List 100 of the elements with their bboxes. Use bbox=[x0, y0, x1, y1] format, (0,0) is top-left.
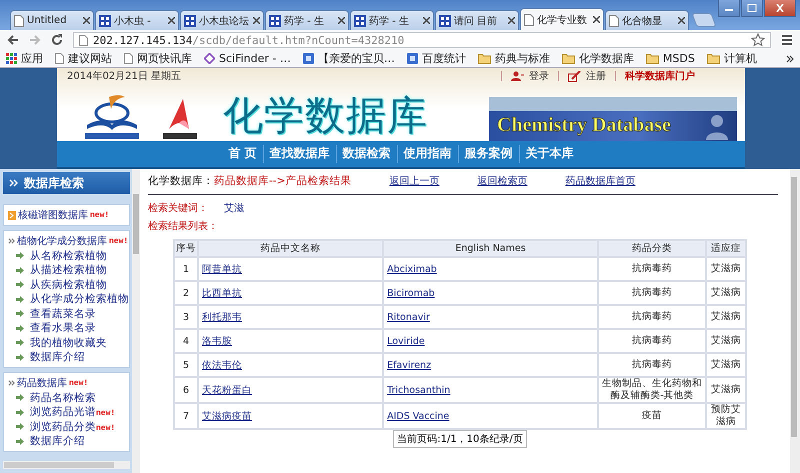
drug-link[interactable]: Ritonavir bbox=[387, 312, 430, 322]
bookmark[interactable]: MSDS bbox=[646, 52, 695, 65]
header-link[interactable]: 注册 bbox=[586, 69, 606, 84]
close-icon[interactable] bbox=[83, 17, 90, 24]
close-icon[interactable] bbox=[253, 17, 260, 24]
sidebar-link[interactable]: 数据库介绍 bbox=[30, 434, 85, 448]
bookmark[interactable]: 百度统计 bbox=[406, 51, 466, 66]
section-link[interactable]: 药品数据库 new! bbox=[8, 376, 88, 390]
book-icon bbox=[8, 210, 16, 220]
drug-link[interactable]: Trichosanthin bbox=[387, 384, 450, 396]
table-cell: 抗病毒药 bbox=[598, 257, 706, 281]
drug-link[interactable]: Loviride bbox=[387, 336, 425, 346]
close-icon[interactable] bbox=[508, 17, 515, 24]
sidebar-link[interactable]: 浏览药品光谱new! bbox=[30, 405, 116, 420]
chevrons-icon bbox=[8, 238, 15, 244]
header-link[interactable]: 科学数据库门户 bbox=[625, 69, 695, 84]
apps-icon bbox=[6, 53, 17, 64]
scrollbar[interactable] bbox=[132, 169, 140, 473]
sidebar-link[interactable]: 从化学成分检索植物 bbox=[30, 292, 129, 306]
sidebar-link[interactable]: 数据库介绍 bbox=[30, 350, 85, 364]
drug-link[interactable]: 比西单抗 bbox=[202, 288, 242, 298]
close-icon[interactable] bbox=[338, 17, 345, 24]
sidebar-link[interactable]: 药品名称检索 bbox=[30, 390, 96, 405]
drug-link[interactable]: 阿昔单抗 bbox=[202, 264, 242, 274]
browser-tab[interactable]: 请问 目前 bbox=[435, 10, 519, 30]
page-icon bbox=[14, 14, 24, 26]
drug-link[interactable]: 洛韦胺 bbox=[202, 336, 232, 346]
bookmark[interactable]: SciFinder - … bbox=[204, 52, 291, 65]
bookmark[interactable]: 计算机 bbox=[706, 51, 757, 66]
browser-tab[interactable]: 化学专业数 bbox=[520, 8, 604, 30]
folder-icon bbox=[706, 53, 720, 64]
sidebar-link[interactable]: 从描述检索植物 bbox=[30, 263, 107, 278]
minimize-icon[interactable] bbox=[718, 0, 740, 17]
folder-icon bbox=[478, 53, 491, 64]
address-field[interactable]: 202.127.145.134/scdb/default.htm?nCount=4328210 bbox=[73, 32, 771, 48]
sidebar-link[interactable]: 我的植物收藏夹 bbox=[30, 336, 107, 350]
keyword-value: 艾滋 bbox=[224, 202, 244, 215]
folder-icon bbox=[562, 53, 575, 64]
nav-link[interactable]: 使用指南 bbox=[398, 145, 458, 162]
bookmark[interactable]: 【亲爱的宝贝… bbox=[302, 51, 395, 66]
drug-link[interactable]: Abciximab bbox=[387, 264, 437, 274]
bookmark[interactable]: 网页快讯库 bbox=[124, 51, 192, 66]
close-icon[interactable] bbox=[678, 17, 685, 24]
table-cell: 抗病毒药 bbox=[598, 281, 706, 305]
close-icon[interactable] bbox=[593, 16, 600, 23]
sidebar-link[interactable]: 从名称检索植物 bbox=[30, 248, 107, 263]
nav-link[interactable]: 药品数据库首页 bbox=[565, 174, 636, 188]
column-header: 序号 bbox=[174, 240, 198, 257]
nav-link[interactable]: 查找数据库 bbox=[264, 145, 336, 162]
bookmark[interactable]: 化学数据库 bbox=[562, 51, 634, 66]
drug-link[interactable]: Efavirenz bbox=[387, 360, 432, 370]
sidebar-link[interactable]: 浏览药品分类new! bbox=[30, 420, 116, 434]
browser-tab[interactable]: 药学 - 生 bbox=[265, 10, 349, 30]
close-icon[interactable] bbox=[168, 17, 175, 24]
sidebar-link[interactable]: 查看蔬菜名录 bbox=[30, 306, 96, 321]
scrollbar[interactable] bbox=[3, 461, 130, 469]
drug-link[interactable]: 依法韦伦 bbox=[202, 360, 242, 370]
chevrons-icon bbox=[8, 380, 15, 386]
column-header: English Names bbox=[383, 240, 598, 257]
menu-icon[interactable] bbox=[781, 34, 793, 46]
nav-link[interactable]: 数据检索 bbox=[336, 145, 397, 162]
maximize-icon[interactable] bbox=[741, 0, 763, 17]
reload-icon[interactable] bbox=[51, 34, 63, 46]
banner-title: Chemistry Database bbox=[497, 114, 671, 138]
nav-link[interactable]: 返回上一页 bbox=[389, 174, 440, 188]
browser-tab[interactable]: 小木虫论坛 bbox=[180, 10, 264, 30]
url-text: 202.127.145.134/scdb/default.htm?nCount=4328210 bbox=[93, 34, 404, 46]
sidebar-link[interactable]: 查看水果名录 bbox=[30, 321, 96, 336]
drug-link[interactable]: AIDS Vaccine bbox=[387, 410, 450, 422]
nav-link[interactable]: 首 页 bbox=[222, 145, 263, 162]
section-link[interactable]: 植物化学成分数据库 new! bbox=[8, 234, 128, 248]
drug-link[interactable]: 艾滋病疫苗 bbox=[202, 410, 252, 422]
nav-link[interactable]: 返回检索页 bbox=[477, 174, 528, 188]
section-link[interactable]: 核磁谱图数据库 new! bbox=[8, 208, 110, 222]
table-cell: 抗病毒药 bbox=[598, 329, 706, 353]
scrollbar[interactable] bbox=[790, 169, 800, 473]
table-cell: 1 bbox=[174, 257, 198, 281]
nav-link[interactable]: 服务案例 bbox=[458, 145, 519, 162]
diamond-icon bbox=[204, 53, 215, 64]
browser-tab[interactable]: 小木虫 - bbox=[95, 10, 179, 30]
back-icon[interactable] bbox=[7, 34, 19, 46]
drug-link[interactable]: Biciromab bbox=[387, 288, 435, 298]
drug-link[interactable]: 利托那韦 bbox=[202, 312, 242, 322]
browser-tab[interactable]: 化合物显 bbox=[605, 10, 689, 30]
browser-tab[interactable]: 药学 - 生 bbox=[350, 10, 434, 30]
nav-link[interactable]: 关于本库 bbox=[520, 145, 580, 162]
header-link[interactable]: 登录 bbox=[529, 69, 549, 84]
browser-tab[interactable]: Untitled bbox=[10, 10, 94, 30]
square-icon bbox=[406, 53, 418, 64]
more-icon[interactable] bbox=[786, 54, 794, 62]
sidebar-link[interactable]: 从疾病检索植物 bbox=[30, 278, 107, 292]
bookmark[interactable]: 药典与标准 bbox=[478, 51, 550, 66]
drug-link[interactable]: 天花粉蛋白 bbox=[202, 384, 252, 396]
close-icon[interactable] bbox=[764, 0, 796, 17]
bookmark[interactable]: 应用 bbox=[6, 51, 43, 66]
close-icon[interactable] bbox=[423, 17, 430, 24]
table-cell: 艾滋病 bbox=[706, 329, 746, 353]
chevrons-icon bbox=[9, 179, 18, 187]
bookmark[interactable]: 建议网站 bbox=[55, 51, 112, 66]
star-icon[interactable] bbox=[751, 33, 765, 47]
